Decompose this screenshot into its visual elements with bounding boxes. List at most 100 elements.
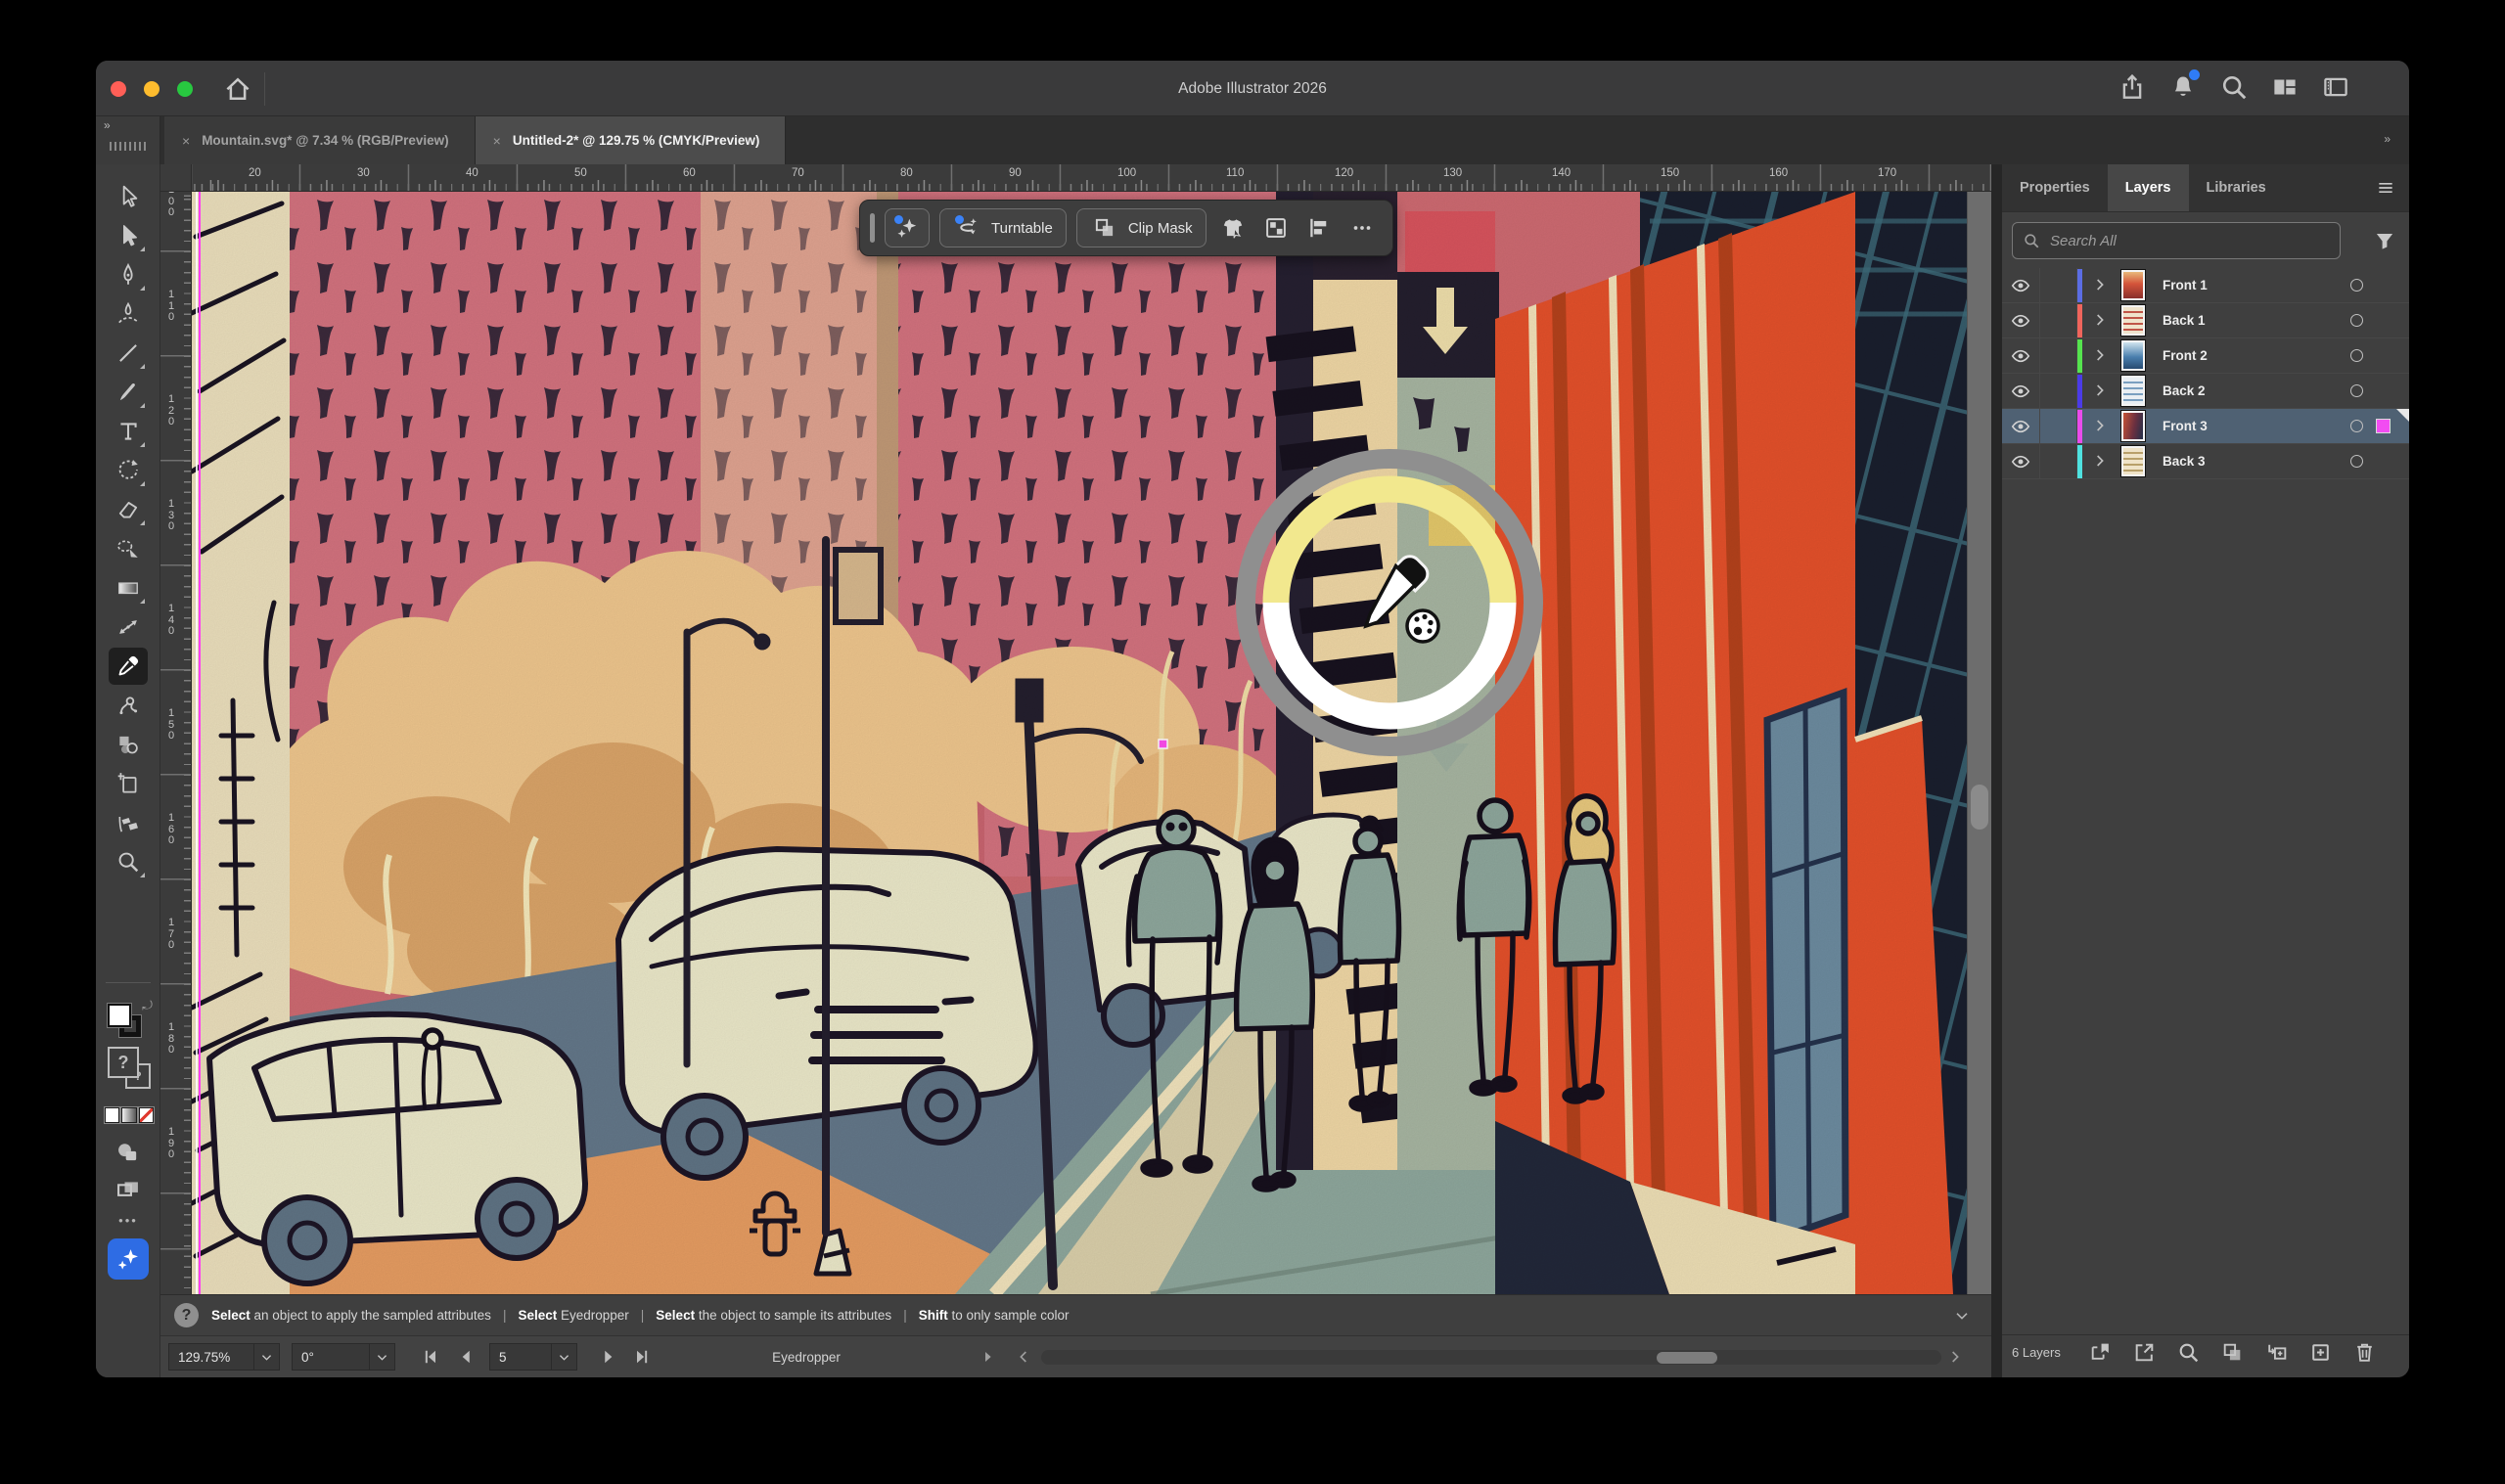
last-artboard-button[interactable] [632, 1347, 652, 1367]
expand-chevron-icon[interactable] [2092, 418, 2108, 433]
first-artboard-button[interactable] [421, 1347, 440, 1367]
panel-toggle-icon[interactable] [2321, 72, 2350, 102]
no-fill-button[interactable] [139, 1107, 154, 1123]
line-segment-tool[interactable] [109, 335, 148, 372]
layer-name[interactable]: Back 1 [2163, 303, 2206, 338]
search-input[interactable] [2048, 232, 2330, 250]
layer-thumbnail[interactable] [2121, 305, 2145, 336]
expand-chevron-icon[interactable] [2092, 453, 2108, 469]
shaper-tool[interactable] [109, 530, 148, 567]
new-sublayer-icon[interactable] [2264, 1340, 2289, 1365]
generative-sparkles-button[interactable] [885, 208, 930, 247]
search-icon[interactable] [2219, 72, 2249, 102]
panel-tab-properties[interactable]: Properties [2002, 164, 2108, 211]
layers-search-box[interactable] [2012, 222, 2341, 259]
layer-row-1[interactable]: Front 1 [2002, 268, 2409, 303]
pen-tool[interactable] [109, 256, 148, 293]
context-bar-handle[interactable] [870, 213, 875, 243]
toolbar-overflow-chevrons[interactable]: » [104, 118, 112, 132]
arrange-icon[interactable] [1259, 213, 1293, 243]
layer-name[interactable]: Back 2 [2163, 374, 2206, 409]
notifications-icon[interactable] [2168, 72, 2198, 102]
direct-selection-tool[interactable] [109, 217, 148, 254]
delete-icon[interactable] [2352, 1340, 2377, 1365]
locate-object-icon[interactable] [2176, 1340, 2201, 1365]
layer-thumbnail[interactable] [2121, 270, 2145, 300]
layer-name[interactable]: Front 2 [2163, 338, 2208, 374]
layer-thumbnail[interactable] [2121, 376, 2145, 406]
canvas-artwork[interactable] [192, 192, 1991, 1294]
tab-close-icon[interactable]: × [182, 133, 190, 149]
artboard-number-field[interactable]: 5 [489, 1343, 552, 1371]
document-tab-2[interactable]: ×Untitled-2* @ 129.75 % (CMYK/Preview) [476, 116, 787, 164]
shape-tools-tool[interactable] [109, 726, 148, 763]
layer-thumbnail[interactable] [2121, 411, 2145, 441]
eyedropper-tool[interactable] [109, 648, 148, 685]
expand-chevron-icon[interactable] [2092, 312, 2108, 328]
align-icon[interactable] [1302, 213, 1336, 243]
share-icon[interactable] [2118, 72, 2147, 102]
zoom-tool[interactable] [109, 843, 148, 880]
tab-close-icon[interactable]: × [493, 133, 501, 149]
tabs-overflow-chevrons[interactable]: » [2384, 132, 2391, 146]
toolbar-more-icon[interactable]: ••• [96, 1213, 160, 1228]
curvature-tool[interactable] [109, 295, 148, 333]
fill-stroke-swatches[interactable]: ⤾ [108, 998, 149, 1039]
mockup-icon[interactable] [1216, 213, 1250, 243]
vertical-scrollbar-thumb[interactable] [1971, 785, 1988, 830]
layer-name[interactable]: Front 3 [2163, 409, 2208, 444]
gradient-tool[interactable] [109, 569, 148, 607]
make-clip-mask-icon[interactable] [2220, 1340, 2245, 1365]
toolbar-grip[interactable] [110, 142, 147, 151]
layer-row-6[interactable]: Back 3 [2002, 444, 2409, 479]
status-popup-icon[interactable] [980, 1349, 996, 1365]
layer-thumbnail[interactable] [2121, 340, 2145, 371]
layer-row-4[interactable]: Back 2 [2002, 374, 2409, 409]
rotate-tool[interactable] [109, 452, 148, 489]
scroll-left-icon[interactable] [1016, 1349, 1031, 1365]
layer-name[interactable]: Back 3 [2163, 444, 2206, 479]
workspace-icon[interactable] [2270, 72, 2300, 102]
target-circle[interactable] [2350, 420, 2363, 432]
target-circle[interactable] [2350, 455, 2363, 468]
graph-tool[interactable] [109, 804, 148, 841]
generative-ai-button[interactable] [108, 1238, 149, 1280]
screen-mode-icon[interactable] [112, 1176, 145, 1203]
artboard-dropdown-icon[interactable] [552, 1343, 577, 1371]
document-tab-1[interactable]: ×Mountain.svg* @ 7.34 % (RGB/Preview) [164, 116, 476, 164]
artboard-tool[interactable] [109, 765, 148, 802]
visibility-eye-icon[interactable] [2010, 416, 2031, 437]
previous-artboard-button[interactable] [456, 1347, 476, 1367]
panel-menu-icon[interactable] [2374, 178, 2397, 198]
turntable-button[interactable]: Turntable [939, 208, 1067, 247]
filter-icon[interactable] [2372, 228, 2397, 253]
fill-proxy-unknown[interactable]: ? [108, 1047, 139, 1078]
hint-collapse-icon[interactable] [1954, 1308, 1970, 1324]
puppet-warp-tool[interactable] [109, 687, 148, 724]
draw-mode-icon[interactable] [114, 1139, 143, 1166]
layer-thumbnail[interactable] [2121, 446, 2145, 476]
rotation-dropdown-icon[interactable] [370, 1343, 395, 1371]
vertical-ruler[interactable]: 100110120130140150160170180190 [160, 192, 192, 1294]
selection-tool[interactable] [109, 178, 148, 215]
swap-fill-stroke-icon[interactable]: ⤾ [142, 998, 153, 1013]
panel-tab-libraries[interactable]: Libraries [2189, 164, 2284, 211]
expand-chevron-icon[interactable] [2092, 382, 2108, 398]
eraser-tool[interactable] [109, 491, 148, 528]
target-circle[interactable] [2350, 384, 2363, 397]
collect-export-icon[interactable] [2088, 1340, 2113, 1365]
target-circle[interactable] [2350, 349, 2363, 362]
ruler-origin-corner[interactable] [160, 164, 192, 192]
type-tool[interactable] [109, 413, 148, 450]
more-options-icon[interactable] [1345, 213, 1379, 243]
color-fill-button[interactable] [105, 1107, 119, 1123]
fill-stroke-proxy[interactable]: ? ? [106, 1047, 153, 1098]
target-circle[interactable] [2350, 314, 2363, 327]
visibility-eye-icon[interactable] [2010, 310, 2031, 332]
layer-row-5[interactable]: Front 3 [2002, 409, 2409, 444]
canvas-viewport[interactable]: TurntableClip Mask [192, 192, 1991, 1294]
guide-line[interactable] [199, 192, 201, 1294]
expand-chevron-icon[interactable] [2092, 347, 2108, 363]
scroll-right-icon[interactable] [1947, 1349, 1963, 1365]
next-artboard-button[interactable] [599, 1347, 618, 1367]
